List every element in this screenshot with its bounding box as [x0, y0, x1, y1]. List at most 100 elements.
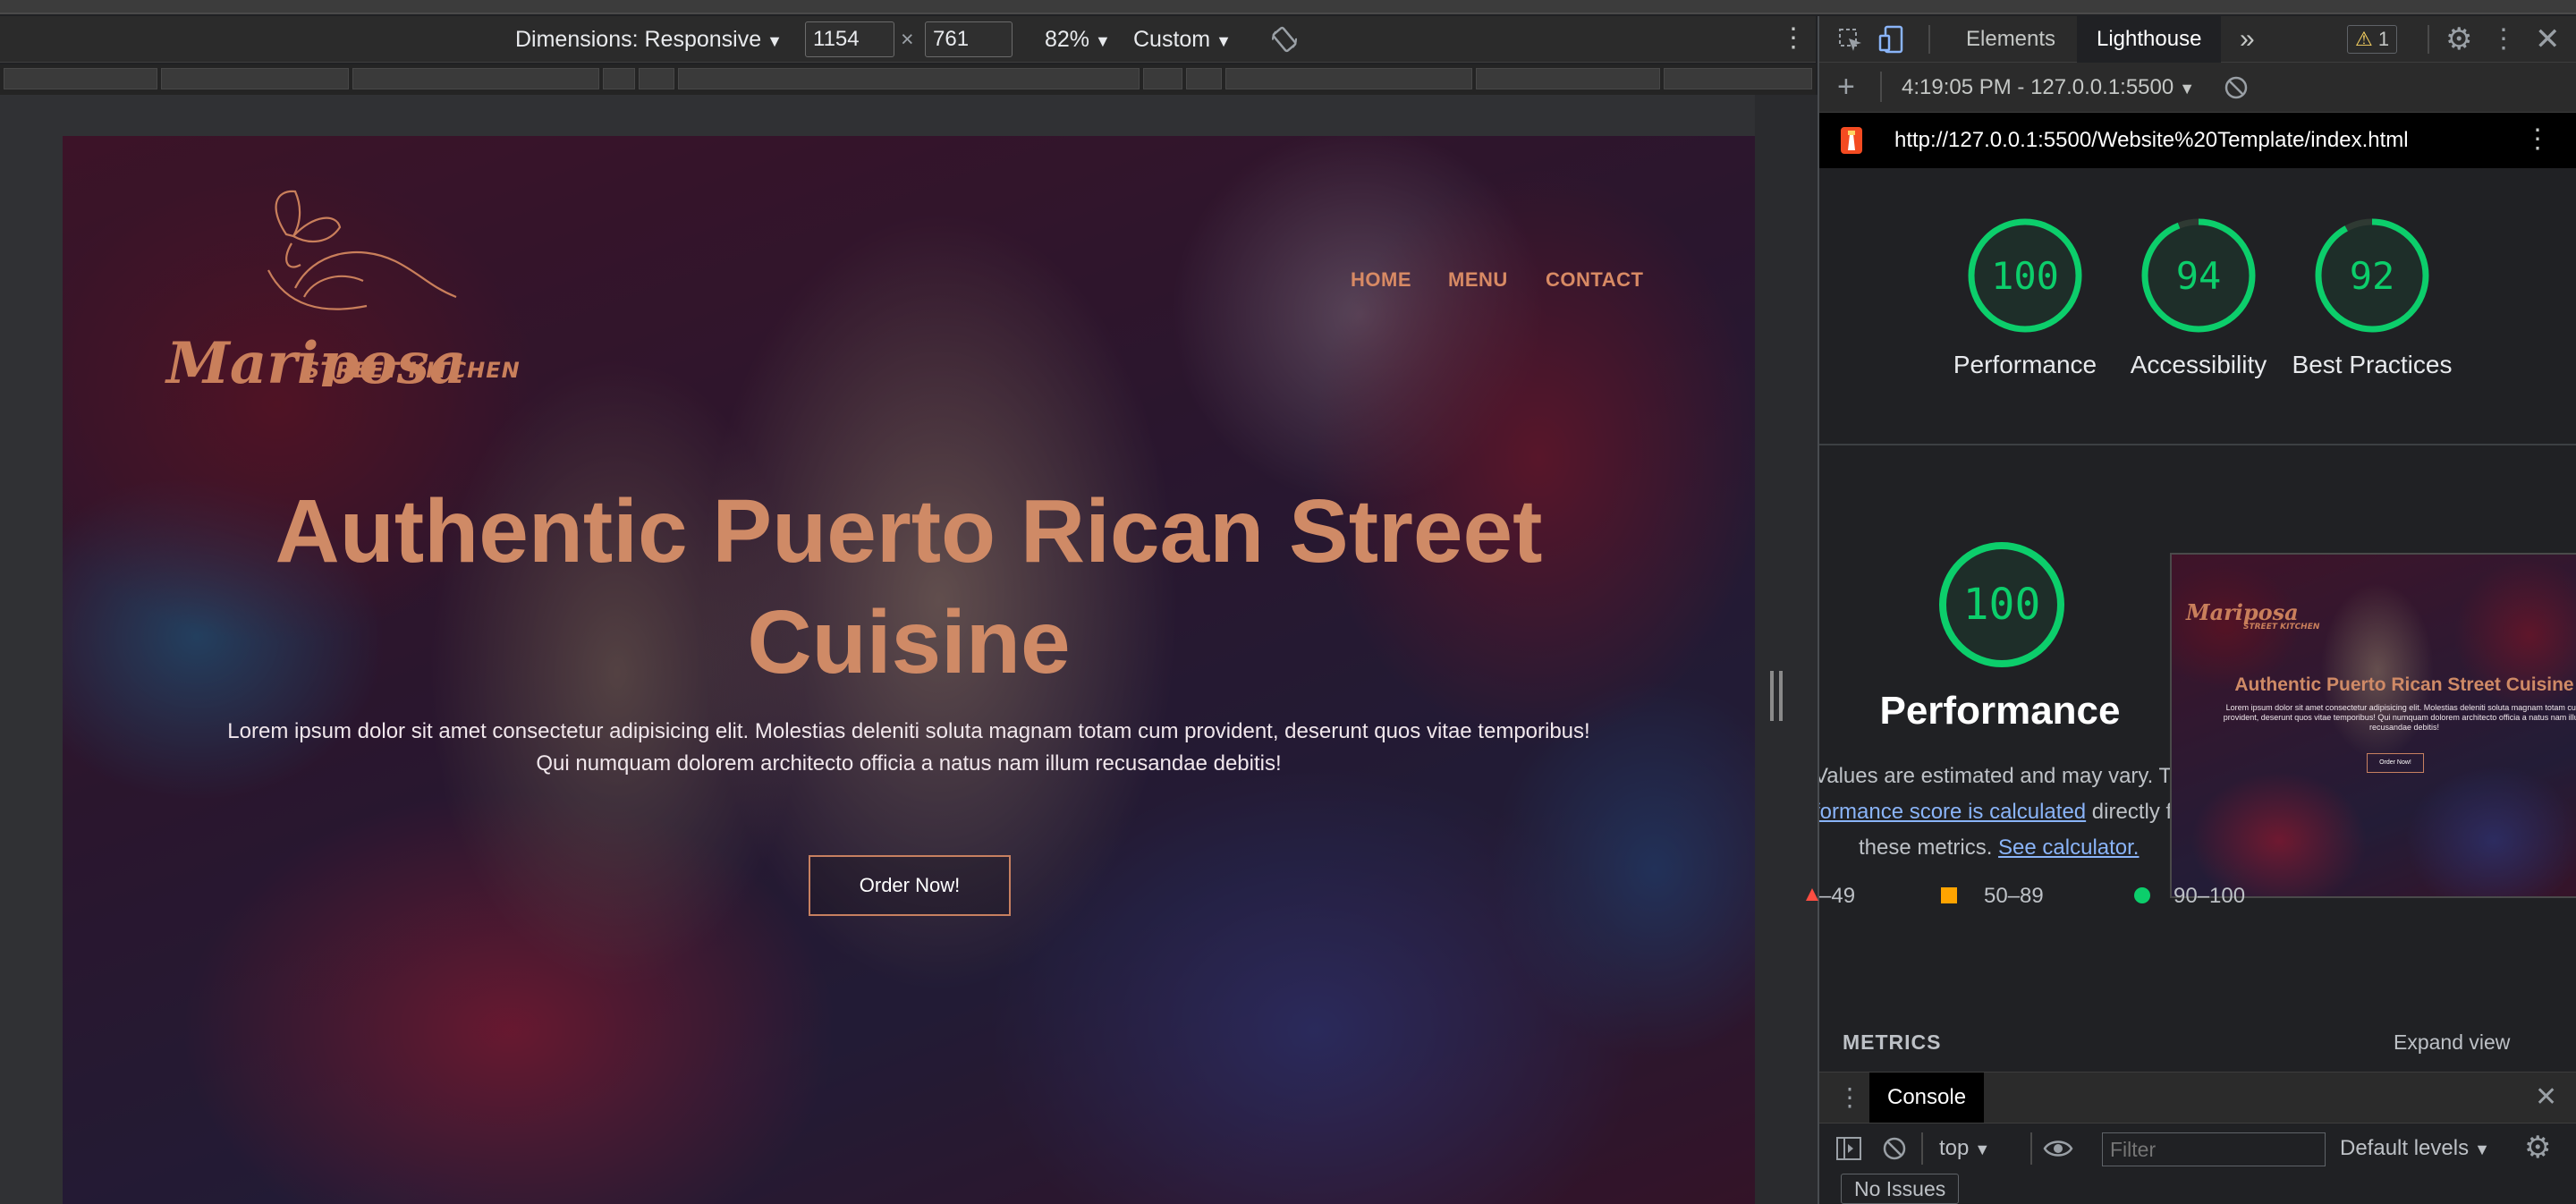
rotate-icon[interactable]: [1270, 25, 1299, 54]
live-expression-eye-icon[interactable]: [2043, 1138, 2073, 1159]
toolbar-separator: [2030, 1132, 2032, 1165]
viewport-resize-gutter: [1755, 95, 1818, 1204]
thumb-tagline: Street Kitchen: [2243, 623, 2320, 632]
more-options-icon[interactable]: ⋮: [1780, 23, 1807, 54]
breakpoint-segment[interactable]: [4, 68, 157, 89]
zoom-dropdown[interactable]: 82% ▼: [1045, 25, 1111, 54]
console-settings-gear-icon[interactable]: ⚙: [2524, 1129, 2551, 1166]
media-query-bar[interactable]: [0, 64, 1816, 95]
perf-desc-text: Values are estimated and may vary. Th: [1819, 764, 2184, 788]
log-levels-dropdown[interactable]: Default levels ▼: [2340, 1134, 2490, 1164]
console-toolbar: top▼ Default levels▼ ⚙: [1819, 1123, 2576, 1174]
devtools-tabbar: Elements Lighthouse » ⚠ 1 ⚙ ⋮ ✕: [1819, 16, 2576, 63]
nav-link-home[interactable]: HOME: [1351, 268, 1411, 292]
breakpoint-segment[interactable]: [1186, 68, 1222, 89]
breakpoint-segment[interactable]: [352, 68, 599, 89]
average-square-icon: [1941, 887, 1957, 903]
nav-link-menu[interactable]: MENU: [1448, 268, 1508, 292]
report-menu-icon[interactable]: ⋮: [2524, 122, 2551, 157]
height-input[interactable]: 761: [925, 21, 1013, 57]
device-toolbar: Dimensions: Responsive ▼ 1154 × 761 82% ▼ …: [0, 16, 1816, 63]
performance-big-gauge: 100: [1939, 542, 2064, 667]
breakpoint-segment[interactable]: [603, 68, 635, 89]
thumb-title: Authentic Puerto Rican Street Cuisine: [2234, 674, 2574, 695]
clear-reports-icon[interactable]: [2224, 75, 2249, 100]
devtools-menu-icon[interactable]: ⋮: [2490, 23, 2517, 55]
thumb-logo: Mariposa: [2186, 599, 2299, 625]
mariposa-logo[interactable]: Mariposa: [161, 172, 546, 386]
report-url[interactable]: http://127.0.0.1:5500/Website%20Template…: [1894, 125, 2409, 156]
tab-lighthouse[interactable]: Lighthouse: [2077, 16, 2222, 63]
thumb-text: Lorem ipsum dolor sit amet consectetur a…: [2223, 703, 2576, 732]
hero-title: Authentic Puerto Rican Street Cuisine: [275, 481, 1543, 692]
gauge-score-value: 94: [2175, 254, 2222, 298]
section-divider: [1819, 444, 2576, 445]
console-filter-input[interactable]: [2102, 1132, 2326, 1166]
legend-average: 50–89: [1984, 884, 2044, 908]
context-selector[interactable]: top ▼: [1939, 1134, 1990, 1164]
toolbar-separator: [1921, 1132, 1923, 1165]
width-input[interactable]: 1154: [805, 21, 894, 57]
breakpoint-segment[interactable]: [639, 68, 674, 89]
tab-separator: [2428, 25, 2429, 54]
more-tabs-icon[interactable]: »: [2240, 16, 2255, 63]
throttle-dropdown[interactable]: Custom ▼: [1133, 25, 1232, 54]
sidebar-toggle-icon[interactable]: [1835, 1136, 1862, 1161]
breakpoint-segment[interactable]: [1476, 68, 1660, 89]
breakpoint-segment[interactable]: [678, 68, 1140, 89]
caret-down-icon: ▼: [2474, 1140, 2490, 1158]
drawer-menu-icon[interactable]: ⋮: [1837, 1080, 1862, 1115]
gauge-label: Performance: [1953, 351, 2097, 378]
device-toggle-icon[interactable]: [1878, 25, 1905, 54]
report-url-bar: http://127.0.0.1:5500/Website%20Template…: [1819, 113, 2576, 168]
score-gauges: 100 Performance 94 Accessibility 92 Best Prac…: [1819, 168, 2576, 437]
expand-view-toggle[interactable]: Expand view: [2394, 1030, 2510, 1055]
close-drawer-icon[interactable]: ✕: [2535, 1080, 2557, 1115]
gauge-label: Accessibility: [2130, 351, 2267, 378]
dimensions-dropdown[interactable]: Dimensions: Responsive ▼: [515, 25, 783, 54]
logo-tagline: Street Kitchen: [304, 358, 521, 383]
legend-fail: –49: [1819, 884, 1856, 908]
breakpoint-segment[interactable]: [1225, 68, 1472, 89]
performance-title: Performance: [1879, 689, 2121, 733]
metrics-label: METRICS: [1843, 1030, 1942, 1054]
log-levels-label: Default levels: [2340, 1136, 2470, 1160]
throttle-label: Custom: [1133, 27, 1211, 52]
tab-elements[interactable]: Elements: [1966, 16, 2055, 63]
report-selector[interactable]: 4:19:05 PM - 127.0.0.1:5500 ▼: [1902, 73, 2195, 103]
perf-desc-text: directly f: [2086, 800, 2173, 824]
gauge-score-value: 92: [2349, 254, 2395, 298]
caret-down-icon: ▼: [767, 32, 783, 50]
order-now-button[interactable]: Order Now!: [809, 855, 1011, 916]
context-label: top: [1939, 1136, 1970, 1160]
clear-console-icon[interactable]: [1882, 1136, 1907, 1161]
metrics-header: METRICS Expand view: [1819, 1025, 2576, 1061]
score-legend: –49 50–89 90–100: [1806, 880, 2576, 916]
score-calculated-link[interactable]: formance score is calculated: [1819, 800, 2086, 824]
caret-down-icon: ▼: [1216, 32, 1232, 50]
issues-button[interactable]: No Issues: [1841, 1174, 1960, 1204]
tab-console[interactable]: Console: [1869, 1073, 1985, 1123]
thumb-order-button: Order Now!: [2367, 753, 2424, 773]
warnings-badge[interactable]: ⚠ 1: [2347, 25, 2398, 54]
perf-desc-text: these metrics.: [1859, 835, 1999, 860]
times-symbol: ×: [901, 27, 914, 52]
new-report-plus-icon[interactable]: +: [1837, 70, 1855, 104]
breakpoint-segment[interactable]: [1664, 68, 1812, 89]
breakpoint-segment[interactable]: [161, 68, 349, 89]
close-devtools-icon[interactable]: ✕: [2535, 21, 2561, 57]
settings-gear-icon[interactable]: ⚙: [2445, 21, 2472, 57]
gauge-label: Best Practices: [2292, 351, 2453, 378]
performance-big-score: 100: [1963, 580, 2041, 630]
caret-down-icon: ▼: [1974, 1140, 1991, 1158]
hero-text: Lorem ipsum dolor sit amet consectetur a…: [227, 719, 1590, 776]
dimensions-label: Dimensions: Responsive: [515, 27, 762, 52]
performance-description: Values are estimated and may vary. Th fo…: [1819, 759, 2195, 866]
breakpoint-segment[interactable]: [1143, 68, 1182, 89]
zoom-label: 82%: [1045, 27, 1090, 52]
resize-handle[interactable]: [1770, 671, 1783, 721]
page-screenshot-thumbnail[interactable]: Mariposa Street Kitchen Authentic Puerto…: [2170, 553, 2576, 898]
inspect-element-icon[interactable]: [1837, 27, 1864, 54]
see-calculator-link[interactable]: See calculator.: [1998, 835, 2139, 860]
nav-link-contact[interactable]: CONTACT: [1546, 268, 1643, 292]
